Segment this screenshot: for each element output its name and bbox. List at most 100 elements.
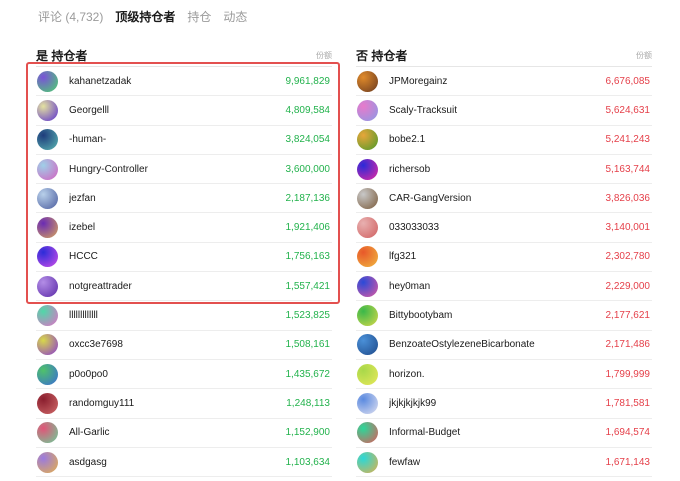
holder-name[interactable]: Georgelll — [69, 105, 286, 116]
holder-name[interactable]: Bittybootybam — [389, 310, 606, 321]
yes-holders-title: 是 持仓者 — [36, 48, 88, 63]
avatar[interactable] — [357, 305, 378, 327]
avatar[interactable] — [357, 187, 378, 209]
holder-name[interactable]: Scaly-Tracksuit — [389, 105, 606, 116]
no-holders-header: 否 持仓者 份额 — [356, 44, 652, 67]
avatar[interactable] — [37, 305, 58, 327]
holder-row[interactable]: Scaly-Tracksuit 5,624,631 — [356, 96, 652, 126]
avatar[interactable] — [357, 99, 378, 121]
holder-shares: 6,676,085 — [605, 75, 651, 87]
holder-name[interactable]: HCCC — [69, 251, 286, 262]
holder-shares: 2,177,621 — [605, 310, 651, 322]
holder-row[interactable]: JPMoregainz 6,676,085 — [356, 67, 652, 97]
holder-name[interactable]: fewfaw — [389, 457, 606, 468]
avatar[interactable] — [357, 392, 378, 414]
holder-name[interactable]: asdgasg — [69, 457, 286, 468]
holder-shares: 1,557,421 — [285, 280, 331, 292]
holder-row[interactable]: Hungry-Controller 3,600,000 — [36, 155, 332, 185]
holder-shares: 2,171,486 — [605, 339, 651, 351]
avatar[interactable] — [357, 422, 378, 444]
avatar[interactable] — [37, 158, 58, 180]
holder-row[interactable]: kahanetzadak 9,961,829 — [36, 67, 332, 97]
holder-row[interactable]: lfg321 2,302,780 — [356, 243, 652, 273]
holder-row[interactable]: p0o0po0 1,435,672 — [36, 360, 332, 390]
holder-name[interactable]: -human- — [69, 134, 286, 145]
holder-row[interactable]: lllllllllllll 1,523,825 — [36, 301, 332, 331]
holder-name[interactable]: richersob — [389, 164, 606, 175]
holder-row[interactable]: -human- 3,824,054 — [36, 126, 332, 155]
avatar[interactable] — [37, 451, 58, 473]
holder-row[interactable]: bobe2.1 5,241,243 — [356, 126, 652, 155]
holder-row[interactable]: izebel 1,921,406 — [36, 213, 332, 243]
holder-row[interactable]: 033033033 3,140,001 — [356, 213, 652, 243]
holder-shares: 5,163,744 — [605, 163, 651, 175]
holder-row[interactable]: oxcc3e7698 1,508,161 — [36, 331, 332, 360]
holder-row[interactable]: All-Garlic 1,152,900 — [36, 419, 332, 448]
holder-row[interactable]: Georgelll 4,809,584 — [36, 96, 332, 126]
holder-shares: 1,152,900 — [285, 427, 331, 439]
holder-row[interactable]: asdgasg 1,103,634 — [36, 448, 332, 478]
holder-name[interactable]: oxcc3e7698 — [69, 339, 286, 350]
holder-name[interactable]: jezfan — [69, 193, 286, 204]
avatar[interactable] — [357, 334, 378, 356]
avatar[interactable] — [357, 246, 378, 268]
holder-name[interactable]: hey0man — [389, 281, 606, 292]
tab-comments[interactable]: 评论 (4,732) — [38, 8, 103, 24]
avatar[interactable] — [357, 363, 378, 385]
holder-row[interactable]: jezfan 2,187,136 — [36, 184, 332, 214]
holder-name[interactable]: BenzoateOstylezeneBicarbonate — [389, 339, 606, 350]
holder-row[interactable]: randomguy111 1,248,113 — [36, 389, 332, 419]
holder-row[interactable]: HCCC 1,756,163 — [36, 243, 332, 273]
avatar[interactable] — [37, 275, 58, 297]
avatar[interactable] — [357, 129, 378, 151]
holder-name[interactable]: bobe2.1 — [389, 134, 606, 145]
holder-name[interactable]: kahanetzadak — [69, 76, 286, 87]
avatar[interactable] — [37, 70, 58, 92]
avatar[interactable] — [37, 217, 58, 239]
avatar[interactable] — [357, 70, 378, 92]
holder-row[interactable]: BenzoateOstylezeneBicarbonate 2,171,486 — [356, 331, 652, 360]
avatar[interactable] — [37, 363, 58, 385]
holder-name[interactable]: lllllllllllll — [69, 310, 286, 321]
holder-name[interactable]: horizon. — [389, 369, 606, 380]
holder-row[interactable]: notgreattrader 1,557,421 — [36, 272, 332, 302]
yes-holders-list: kahanetzadak 9,961,829 Georgelll 4,809,584-… — [36, 67, 332, 478]
holder-row[interactable]: Informal-Budget 1,694,574 — [356, 419, 652, 448]
holder-row[interactable]: hey0man 2,229,000 — [356, 272, 652, 302]
avatar[interactable] — [37, 422, 58, 444]
tab-activity[interactable]: 动态 — [223, 8, 247, 24]
holder-name[interactable]: All-Garlic — [69, 427, 286, 438]
holder-name[interactable]: p0o0po0 — [69, 369, 286, 380]
holder-name[interactable]: 033033033 — [389, 222, 606, 233]
avatar[interactable] — [357, 217, 378, 239]
holder-name[interactable]: JPMoregainz — [389, 76, 606, 87]
tab-positions[interactable]: 持仓 — [187, 8, 211, 24]
holder-name[interactable]: CAR-GangVersion — [389, 193, 606, 204]
holder-row[interactable]: Bittybootybam 2,177,621 — [356, 301, 652, 331]
avatar[interactable] — [37, 334, 58, 356]
holder-name[interactable]: jkjkjkjkjk99 — [389, 398, 606, 409]
avatar[interactable] — [37, 99, 58, 121]
holder-name[interactable]: Informal-Budget — [389, 427, 606, 438]
avatar[interactable] — [37, 392, 58, 414]
holder-name[interactable]: notgreattrader — [69, 281, 286, 292]
no-holders-list: JPMoregainz 6,676,085 Scaly-Tracksuit 5,624… — [356, 67, 652, 478]
holder-name[interactable]: randomguy111 — [69, 398, 286, 409]
avatar[interactable] — [37, 246, 58, 268]
avatar[interactable] — [37, 187, 58, 209]
tab-top-holders[interactable]: 顶级持仓者 — [115, 8, 175, 24]
holder-name[interactable]: izebel — [69, 222, 286, 233]
holder-row[interactable]: fewfaw 1,671,143 — [356, 448, 652, 478]
holder-shares: 1,756,163 — [285, 251, 331, 263]
avatar[interactable] — [357, 451, 378, 473]
holder-name[interactable]: Hungry-Controller — [69, 164, 286, 175]
avatar[interactable] — [357, 275, 378, 297]
holder-name[interactable]: lfg321 — [389, 251, 606, 262]
avatar[interactable] — [357, 158, 378, 180]
holder-shares: 2,229,000 — [605, 280, 651, 292]
avatar[interactable] — [37, 129, 58, 151]
holder-row[interactable]: richersob 5,163,744 — [356, 155, 652, 185]
holder-row[interactable]: CAR-GangVersion 3,826,036 — [356, 184, 652, 214]
holder-row[interactable]: jkjkjkjkjk99 1,781,581 — [356, 389, 652, 419]
holder-row[interactable]: horizon. 1,799,999 — [356, 360, 652, 390]
